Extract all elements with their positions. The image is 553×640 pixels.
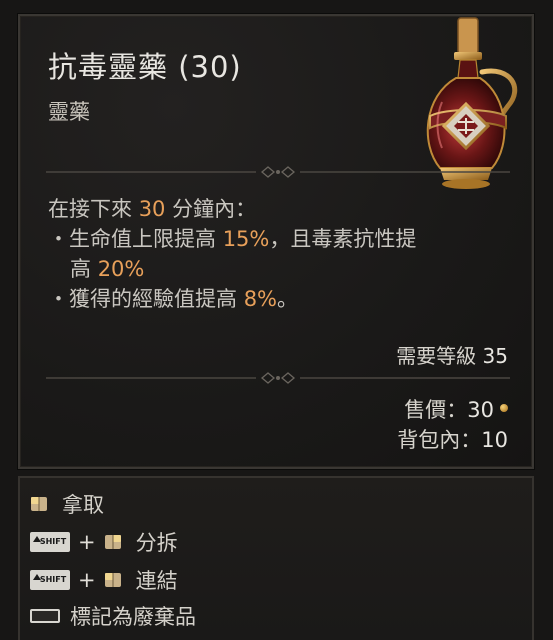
split-label: 分拆 [135, 531, 178, 555]
space-key-icon [30, 609, 60, 623]
mouse-left-click-icon [104, 573, 121, 587]
poison-resist-value: 20% [97, 257, 145, 281]
item-name: 抗毒靈藥 (30) [48, 50, 242, 84]
action-split[interactable]: SHIFT + 分拆 [30, 526, 178, 558]
shift-key-icon: SHIFT [30, 532, 70, 552]
divider-bottom [46, 372, 510, 384]
max-life-value: 15% [222, 227, 270, 251]
bullet2-text: ・獲得的經驗值提高 [48, 287, 244, 311]
duration-value: 30 [138, 197, 166, 221]
bullet1-cont-text: 高 [70, 257, 98, 281]
gold-coin-icon [500, 404, 508, 412]
bullet2-suffix: 。 [277, 287, 299, 311]
action-mark-junk[interactable]: 標記為廢棄品 [30, 600, 196, 632]
item-tooltip-screen: 抗毒靈藥 (30) 靈藥 在接下來 30 分鐘內： ・生命值上限提高 15%，且… [0, 0, 553, 640]
price-value: 30 [467, 398, 494, 422]
intro-suffix: 分鐘內： [165, 197, 257, 221]
intro-text: 在接下來 [48, 197, 139, 221]
item-tooltip: 抗毒靈藥 (30) 靈藥 在接下來 30 分鐘內： ・生命值上限提高 15%，且… [17, 13, 535, 470]
stack-label: 背包內： [397, 428, 482, 452]
mouse-right-click-icon [104, 535, 121, 549]
plus-sign: + [78, 568, 96, 592]
price-label: 售價： [404, 398, 468, 422]
effect-intro: 在接下來 30 分鐘內： [48, 194, 508, 224]
effect-bullet-2: ・獲得的經驗值提高 8%。 [48, 284, 508, 314]
plus-sign: + [78, 530, 96, 554]
exp-bonus-value: 8% [243, 287, 278, 311]
action-hints-panel: 拿取 SHIFT + 分拆 SHIFT + 連結 標記為廢棄品 [18, 476, 534, 640]
effect-bullet-1: ・生命值上限提高 15%，且毒素抗性提 [48, 224, 508, 254]
link-label: 連結 [135, 569, 178, 593]
item-description: 在接下來 30 分鐘內： ・生命值上限提高 15%，且毒素抗性提 高 20% ・… [48, 194, 508, 314]
requirement-level: 35 [482, 344, 508, 368]
junk-label: 標記為廢棄品 [70, 605, 196, 629]
inventory-count: 背包內：10 [397, 424, 508, 454]
stack-value: 10 [481, 428, 508, 452]
level-requirement: 需要等級 35 [396, 340, 508, 369]
requirement-label: 需要等級 [396, 344, 483, 368]
pickup-label: 拿取 [62, 493, 104, 517]
shift-key-icon: SHIFT [30, 570, 70, 590]
sell-price: 售價：30 [404, 394, 508, 424]
effect-bullet-1-cont: 高 20% [48, 254, 508, 284]
divider-top [46, 166, 510, 178]
bullet1-text: ・生命值上限提高 [48, 227, 223, 251]
bullet1-mid: ，且毒素抗性提 [269, 227, 417, 251]
mouse-left-click-icon [31, 497, 47, 511]
action-pickup[interactable]: 拿取 [30, 488, 104, 520]
action-link[interactable]: SHIFT + 連結 [30, 564, 178, 596]
item-type: 靈藥 [48, 100, 90, 124]
